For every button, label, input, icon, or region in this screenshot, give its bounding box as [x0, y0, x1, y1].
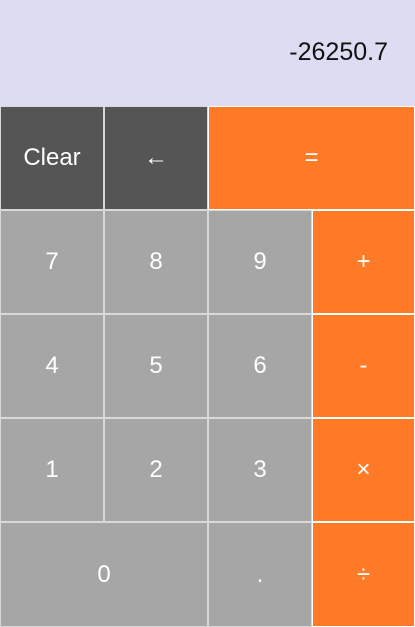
- divide-button[interactable]: ÷: [312, 522, 415, 627]
- decimal-button[interactable]: .: [208, 522, 312, 627]
- digit-2-button[interactable]: 2: [104, 418, 208, 522]
- digit-0-button[interactable]: 0: [0, 522, 208, 627]
- display-panel: -26250.7: [0, 0, 415, 106]
- equals-button[interactable]: =: [208, 106, 415, 210]
- display-value: -26250.7: [289, 37, 388, 66]
- digit-1-button[interactable]: 1: [0, 418, 104, 522]
- keypad: Clear ← = 7 8 9 + 4 5 6 - 1 2 3 × 0 . ÷: [0, 106, 415, 627]
- digit-9-button[interactable]: 9: [208, 210, 312, 314]
- plus-button[interactable]: +: [312, 210, 415, 314]
- digit-4-button[interactable]: 4: [0, 314, 104, 418]
- digit-5-button[interactable]: 5: [104, 314, 208, 418]
- digit-6-button[interactable]: 6: [208, 314, 312, 418]
- digit-7-button[interactable]: 7: [0, 210, 104, 314]
- minus-button[interactable]: -: [312, 314, 415, 418]
- backspace-button[interactable]: ←: [104, 106, 208, 210]
- digit-8-button[interactable]: 8: [104, 210, 208, 314]
- multiply-button[interactable]: ×: [312, 418, 415, 522]
- clear-button[interactable]: Clear: [0, 106, 104, 210]
- digit-3-button[interactable]: 3: [208, 418, 312, 522]
- calculator: -26250.7 Clear ← = 7 8 9 + 4 5 6 - 1 2 3…: [0, 0, 415, 627]
